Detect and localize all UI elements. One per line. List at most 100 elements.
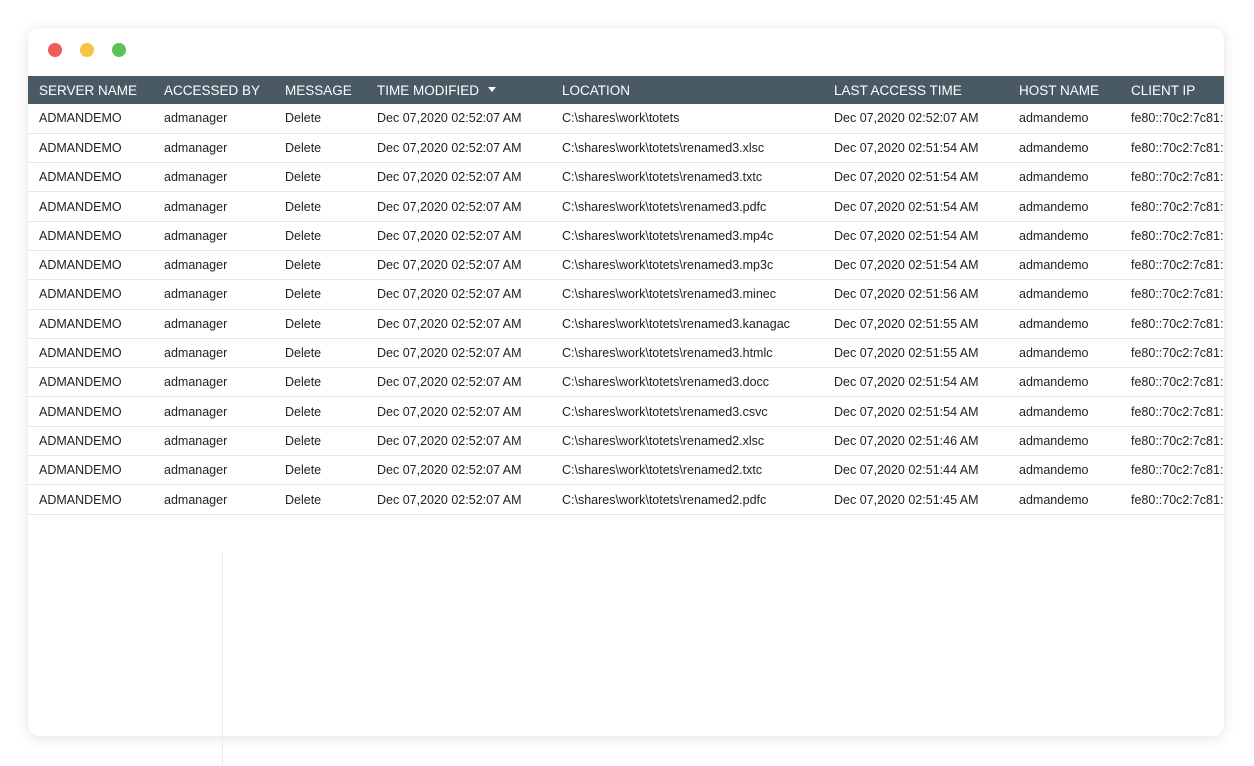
- host-name-cell: admandemo: [1019, 404, 1089, 419]
- location-cell: C:\shares\work\totets\renamed3.mp3c: [562, 258, 774, 273]
- client-ip-cell: fe80::70c2:7c81:e: [1131, 199, 1224, 214]
- accessed-by-cell: admanager: [164, 111, 228, 126]
- last-access-time-cell: Dec 07,2020 02:52:07 AM: [834, 111, 979, 126]
- server-name-cell: ADMANDEMO: [39, 492, 122, 507]
- host-name-cell: admandemo: [1019, 199, 1089, 214]
- time-modified-cell: Dec 07,2020 02:52:07 AM: [377, 111, 522, 126]
- host-name-cell: admandemo: [1019, 287, 1089, 302]
- table-row[interactable]: ADMANDEMO admanager Delete Dec 07,2020 02:5…: [28, 397, 1224, 427]
- client-ip-cell: fe80::70c2:7c81:e: [1131, 287, 1224, 302]
- server-name-cell: ADMANDEMO: [39, 404, 122, 419]
- host-name-cell: admandemo: [1019, 111, 1089, 126]
- host-name-cell: admandemo: [1019, 492, 1089, 507]
- accessed-by-cell: admanager: [164, 287, 228, 302]
- caret-down-icon[interactable]: [488, 87, 496, 93]
- location-cell: C:\shares\work\totets\renamed3.xlsc: [562, 140, 765, 155]
- audit-table: SERVER NAME ACCESSED BY MESSAGE TIME MOD…: [28, 76, 1224, 515]
- accessed-by-cell: admanager: [164, 228, 228, 243]
- table-row[interactable]: ADMANDEMO admanager Delete Dec 07,2020 02:5…: [28, 485, 1224, 515]
- column-header-server-name[interactable]: SERVER NAME: [28, 76, 153, 104]
- last-access-time-cell: Dec 07,2020 02:51:46 AM: [834, 433, 979, 448]
- host-name-cell: admandemo: [1019, 375, 1089, 390]
- host-name-cell: admandemo: [1019, 433, 1089, 448]
- column-header-label: ACCESSED BY: [164, 82, 261, 98]
- accessed-by-cell: admanager: [164, 463, 228, 478]
- client-ip-cell: fe80::70c2:7c81:e: [1131, 228, 1224, 243]
- server-name-cell: ADMANDEMO: [39, 463, 122, 478]
- audit-table-container[interactable]: SERVER NAME ACCESSED BY MESSAGE TIME MOD…: [28, 76, 1224, 515]
- client-ip-cell: fe80::70c2:7c81:e: [1131, 463, 1224, 478]
- message-cell: Delete: [285, 433, 322, 448]
- accessed-by-cell: admanager: [164, 170, 228, 185]
- column-header-message[interactable]: MESSAGE: [274, 76, 366, 104]
- column-header-label: LAST ACCESS TIME: [834, 82, 962, 98]
- table-row[interactable]: ADMANDEMO admanager Delete Dec 07,2020 02:5…: [28, 456, 1224, 485]
- column-header-label: LOCATION: [562, 82, 631, 98]
- time-modified-cell: Dec 07,2020 02:52:07 AM: [377, 346, 522, 361]
- location-cell: C:\shares\work\totets\renamed2.pdfc: [562, 492, 767, 507]
- accessed-by-cell: admanager: [164, 404, 228, 419]
- message-cell: Delete: [285, 111, 322, 126]
- column-header-label: HOST NAME: [1019, 82, 1100, 98]
- column-header-location[interactable]: LOCATION: [551, 76, 823, 104]
- accessed-by-cell: admanager: [164, 492, 228, 507]
- column-header-label: CLIENT IP: [1131, 82, 1196, 98]
- table-row[interactable]: ADMANDEMO admanager Delete Dec 07,2020 02:5…: [28, 426, 1224, 456]
- column-header-time-modified[interactable]: TIME MODIFIED: [366, 76, 551, 104]
- message-cell: Delete: [285, 492, 322, 507]
- client-ip-cell: fe80::70c2:7c81:e: [1131, 316, 1224, 331]
- message-cell: Delete: [285, 375, 322, 390]
- last-access-time-cell: Dec 07,2020 02:51:45 AM: [834, 492, 979, 507]
- last-access-time-cell: Dec 07,2020 02:51:54 AM: [834, 375, 979, 390]
- accessed-by-cell: admanager: [164, 433, 228, 448]
- message-cell: Delete: [285, 346, 322, 361]
- table-header-row: SERVER NAME ACCESSED BY MESSAGE TIME MOD…: [28, 76, 1224, 104]
- message-cell: Delete: [285, 199, 322, 214]
- time-modified-cell: Dec 07,2020 02:52:07 AM: [377, 433, 522, 448]
- host-name-cell: admandemo: [1019, 346, 1089, 361]
- divider-line: [222, 552, 223, 766]
- client-ip-cell: fe80::70c2:7c81:e: [1131, 433, 1224, 448]
- client-ip-cell: fe80::70c2:7c81:e: [1131, 258, 1224, 273]
- table-row[interactable]: ADMANDEMO admanager Delete Dec 07,2020 02:5…: [28, 368, 1224, 397]
- location-cell: C:\shares\work\totets\renamed2.txtc: [562, 463, 763, 478]
- server-name-cell: ADMANDEMO: [39, 433, 122, 448]
- location-cell: C:\shares\work\totets\renamed2.xlsc: [562, 433, 765, 448]
- table-row[interactable]: ADMANDEMO admanager Delete Dec 07,2020 02:5…: [28, 280, 1224, 310]
- location-cell: C:\shares\work\totets\renamed3.pdfc: [562, 199, 767, 214]
- time-modified-cell: Dec 07,2020 02:52:07 AM: [377, 228, 522, 243]
- column-header-host-name[interactable]: HOST NAME: [1008, 76, 1120, 104]
- accessed-by-cell: admanager: [164, 258, 228, 273]
- column-header-label: MESSAGE: [285, 82, 352, 98]
- table-row[interactable]: ADMANDEMO admanager Delete Dec 07,2020 02:5…: [28, 309, 1224, 339]
- column-header-last-access-time[interactable]: LAST ACCESS TIME: [823, 76, 1008, 104]
- time-modified-cell: Dec 07,2020 02:52:07 AM: [377, 287, 522, 302]
- client-ip-cell: fe80::70c2:7c81:e: [1131, 404, 1224, 419]
- server-name-cell: ADMANDEMO: [39, 316, 122, 331]
- column-header-client-ip[interactable]: CLIENT IP: [1120, 76, 1224, 104]
- time-modified-cell: Dec 07,2020 02:52:07 AM: [377, 258, 522, 273]
- maximize-window-icon[interactable]: [112, 43, 126, 57]
- server-name-cell: ADMANDEMO: [39, 111, 122, 126]
- time-modified-cell: Dec 07,2020 02:52:07 AM: [377, 170, 522, 185]
- table-body: ADMANDEMO admanager Delete Dec 07,2020 02:5…: [28, 104, 1224, 515]
- table-row[interactable]: ADMANDEMO admanager Delete Dec 07,2020 02:5…: [28, 104, 1224, 134]
- last-access-time-cell: Dec 07,2020 02:51:55 AM: [834, 316, 979, 331]
- last-access-time-cell: Dec 07,2020 02:51:54 AM: [834, 199, 979, 214]
- client-ip-cell: fe80::70c2:7c81:e: [1131, 140, 1224, 155]
- minimize-window-icon[interactable]: [80, 43, 94, 57]
- table-row[interactable]: ADMANDEMO admanager Delete Dec 07,2020 02:5…: [28, 221, 1224, 251]
- window-titlebar: [28, 28, 1224, 76]
- column-header-accessed-by[interactable]: ACCESSED BY: [153, 76, 274, 104]
- table-row[interactable]: ADMANDEMO admanager Delete Dec 07,2020 02:5…: [28, 338, 1224, 368]
- last-access-time-cell: Dec 07,2020 02:51:54 AM: [834, 140, 979, 155]
- accessed-by-cell: admanager: [164, 375, 228, 390]
- table-row[interactable]: ADMANDEMO admanager Delete Dec 07,2020 02:5…: [28, 250, 1224, 280]
- server-name-cell: ADMANDEMO: [39, 375, 122, 390]
- accessed-by-cell: admanager: [164, 316, 228, 331]
- table-row[interactable]: ADMANDEMO admanager Delete Dec 07,2020 02:5…: [28, 192, 1224, 222]
- close-window-icon[interactable]: [48, 43, 62, 57]
- table-row[interactable]: ADMANDEMO admanager Delete Dec 07,2020 02:5…: [28, 133, 1224, 163]
- table-row[interactable]: ADMANDEMO admanager Delete Dec 07,2020 02:5…: [28, 163, 1224, 192]
- accessed-by-cell: admanager: [164, 346, 228, 361]
